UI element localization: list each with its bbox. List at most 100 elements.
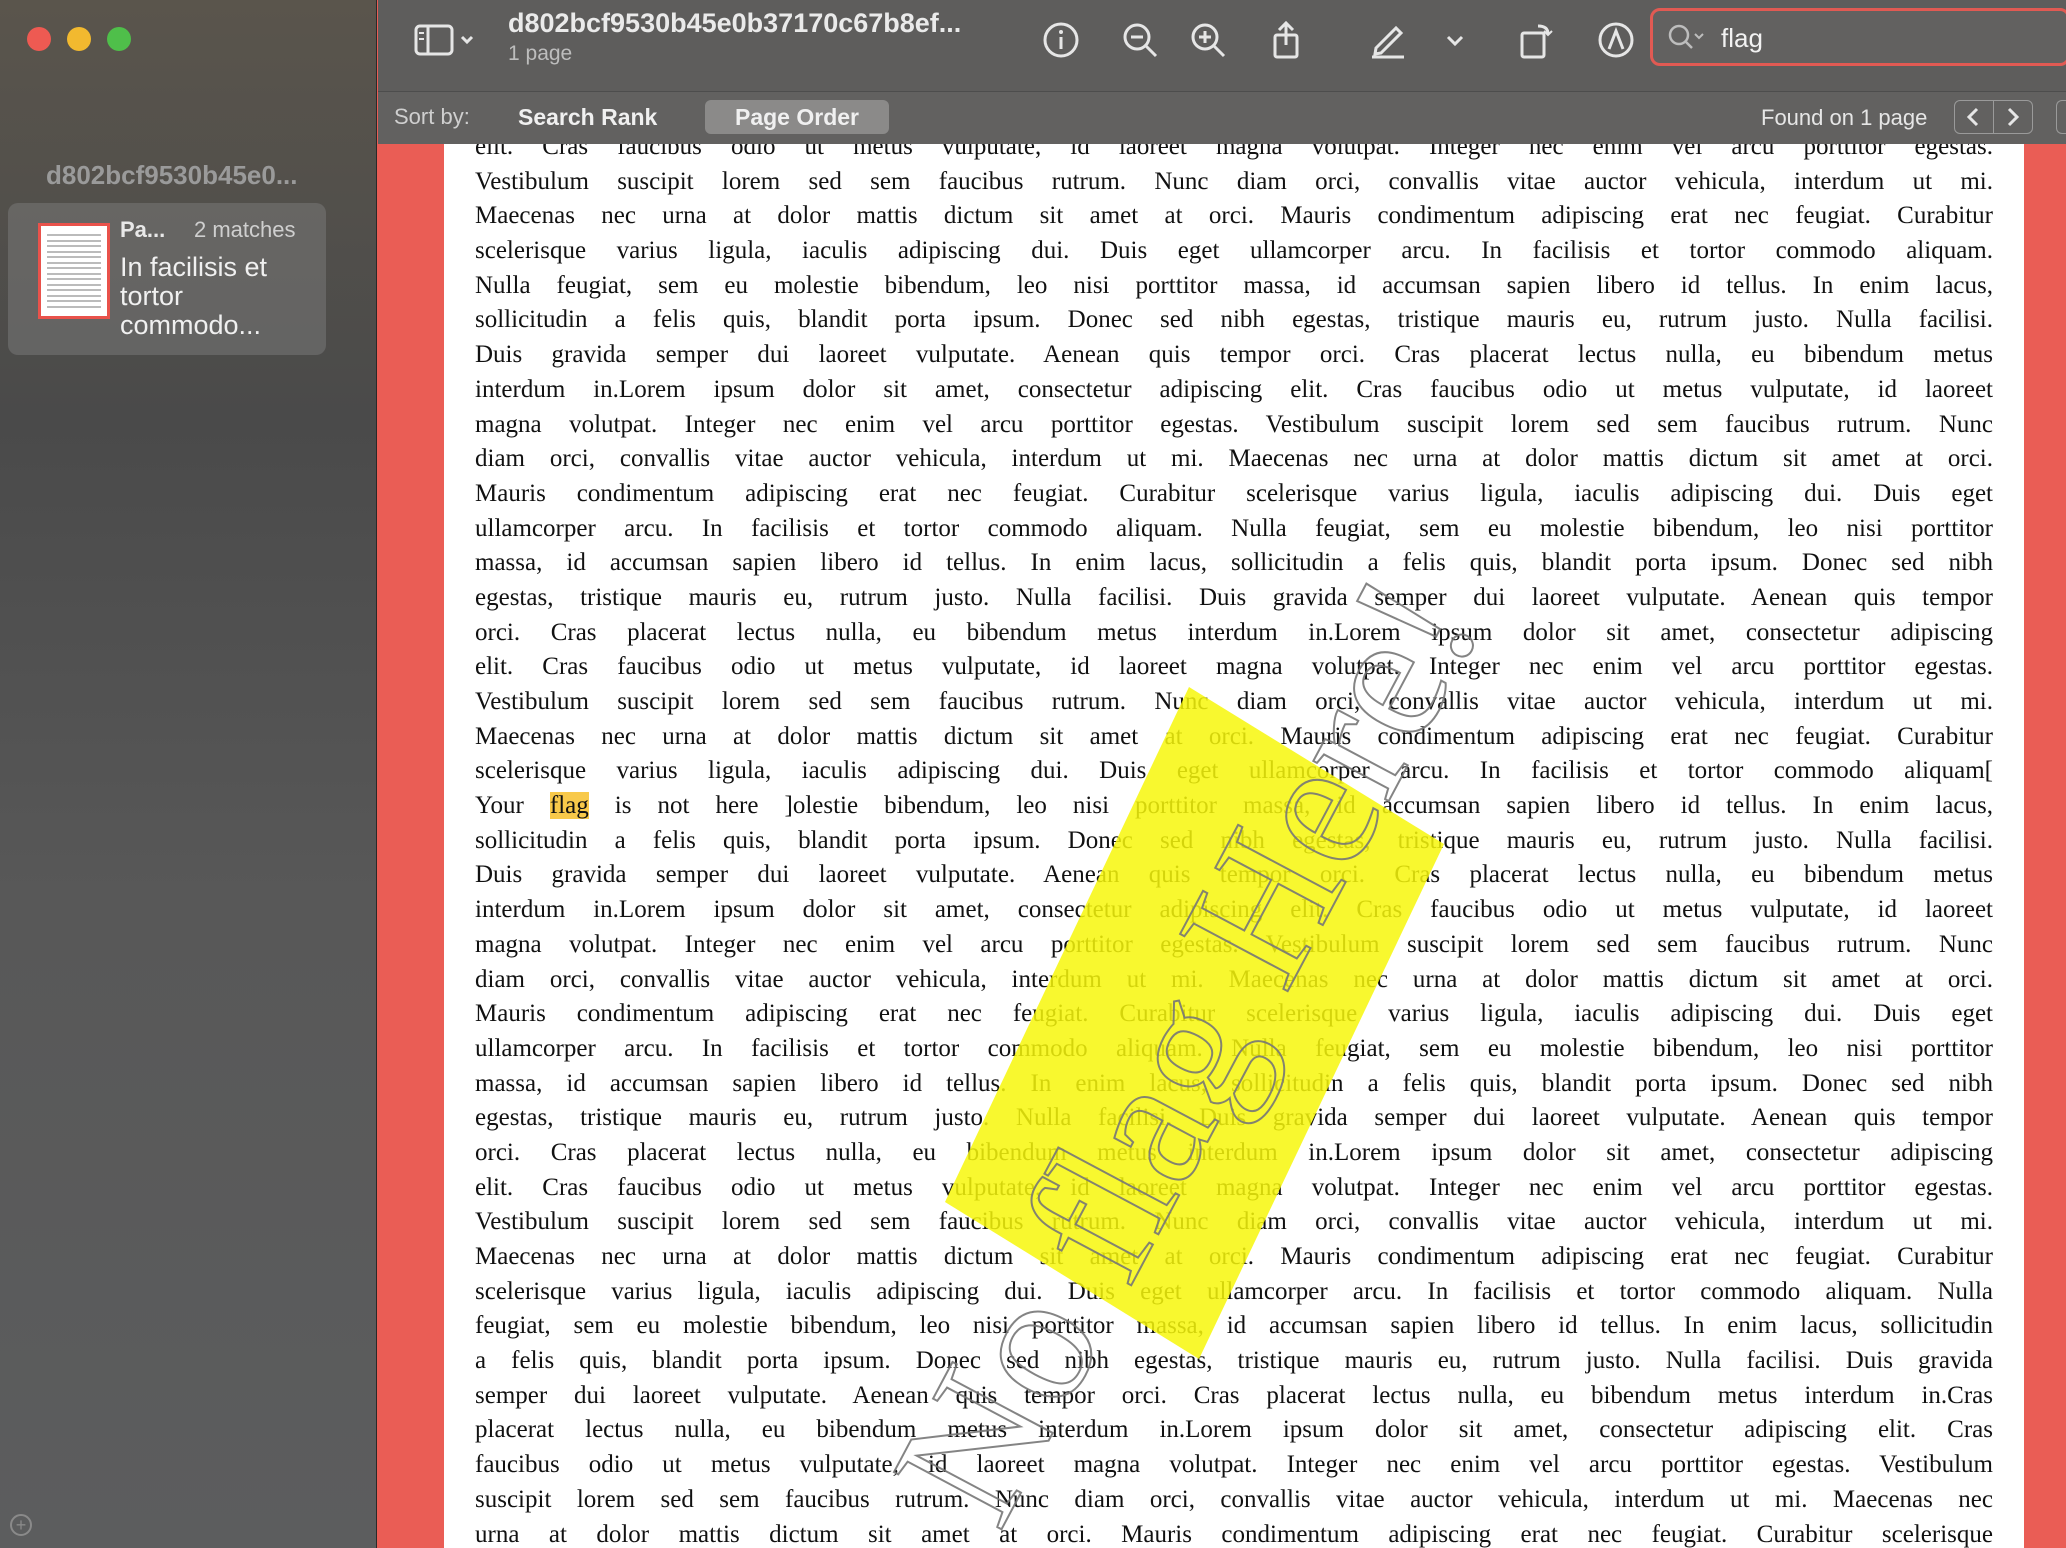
- document-line: interdum in.Lorem ipsum dolor sit amet, …: [475, 893, 1993, 928]
- document-text-run: semper dui laoreet vulputate. Aenean qui…: [475, 1381, 1993, 1409]
- result-snippet: In facilisis et tortor commodo...: [120, 252, 268, 340]
- document-text-run: interdum in.Lorem ipsum dolor sit amet, …: [475, 896, 1993, 924]
- previous-match-button[interactable]: [1954, 100, 1994, 134]
- rotate-icon[interactable]: [1516, 20, 1556, 60]
- thumbnail-line: [47, 300, 101, 302]
- document-line: placerat lectus nulla, eu bibendum metus…: [475, 1413, 1993, 1448]
- document-text-run: Duis gravida semper dui laoreet vulputat…: [475, 341, 1993, 369]
- document-text: elit. Cras faucibus odio ut metus vulput…: [475, 144, 1993, 1548]
- sort-search-rank-button[interactable]: Search Rank: [488, 100, 687, 134]
- document-text-run: magna volutpat. Integer nec enim vel arc…: [475, 410, 1993, 438]
- document-line: Vestibulum suscipit lorem sed sem faucib…: [475, 1205, 1993, 1240]
- document-line: sollicitudin a felis quis, blandit porta…: [475, 824, 1993, 859]
- document-text-run: scelerisque varius ligula, iaculis adipi…: [475, 1277, 1993, 1305]
- document-text-run: is not here ]olestie bibendum, leo nisi …: [588, 792, 1993, 820]
- thumbnail-line: [47, 239, 101, 242]
- document-line: elit. Cras faucibus odio ut metus vulput…: [475, 650, 1993, 685]
- thumbnail-line: [47, 261, 101, 264]
- zoom-in-icon[interactable]: [1188, 20, 1228, 60]
- document-text-run: ullamcorper arcu. In facilisis et tortor…: [475, 1034, 1993, 1062]
- share-icon[interactable]: [1266, 20, 1306, 60]
- thumbnail-line: [47, 272, 101, 275]
- document-text-run: sollicitudin a felis quis, blandit porta…: [475, 826, 1993, 854]
- add-icon[interactable]: +: [10, 1514, 32, 1536]
- found-status: Found on 1 page: [1761, 105, 1928, 130]
- document-text-run: faucibus odio ut metus vulputate, id lao…: [475, 1451, 1993, 1479]
- document-text-run: urna at dolor mattis dictum sit amet at …: [475, 1520, 1993, 1548]
- document-line: interdum in.Lorem ipsum dolor sit amet, …: [475, 373, 1993, 408]
- document-line: Maecenas nec urna at dolor mattis dictum…: [475, 1240, 1993, 1275]
- info-icon[interactable]: [1041, 20, 1081, 60]
- chevron-down-icon[interactable]: [1440, 20, 1470, 60]
- document-text-run: Maecenas nec urna at dolor mattis dictum…: [475, 202, 1993, 230]
- search-field[interactable]: [1650, 8, 2066, 66]
- document-text-run: Your: [475, 792, 550, 820]
- document-text-run: magna volutpat. Integer nec enim vel arc…: [475, 930, 1993, 958]
- document-line: suscipit lorem sed sem faucibus rutrum. …: [475, 1483, 1993, 1518]
- document-text-run: diam orci, convallis vitae auctor vehicu…: [475, 445, 1993, 473]
- document-line: scelerisque varius ligula, iaculis adipi…: [475, 234, 1993, 269]
- document-text-run: ullamcorper arcu. In facilisis et tortor…: [475, 514, 1993, 542]
- close-window-button[interactable]: [27, 27, 51, 51]
- document-line: Nulla feugiat, sem eu molestie bibendum,…: [475, 269, 1993, 304]
- document-line: Your flag is not here ]olestie bibendum,…: [475, 789, 1993, 824]
- document-text-run: feugiat, sem eu molestie bibendum, leo n…: [475, 1312, 1993, 1340]
- thumbnail-line: [47, 256, 101, 258]
- document-line: Maecenas nec urna at dolor mattis dictum…: [475, 199, 1993, 234]
- document-text-run: Nulla feugiat, sem eu molestie bibendum,…: [475, 271, 1993, 299]
- document-page-count: 1 page: [508, 42, 573, 65]
- document-text-run: sollicitudin a felis quis, blandit porta…: [475, 306, 1993, 334]
- sort-page-order-button[interactable]: Page Order: [705, 100, 889, 134]
- document-text-run: a felis quis, blandit porta ipsum. Donec…: [475, 1347, 1993, 1375]
- document-text-run: orci. Cras placerat lectus nulla, eu bib…: [475, 1138, 1993, 1166]
- document-line: Vestibulum suscipit lorem sed sem faucib…: [475, 165, 1993, 200]
- document-text-run: Vestibulum suscipit lorem sed sem faucib…: [475, 688, 1993, 715]
- document-line: a felis quis, blandit porta ipsum. Donec…: [475, 1344, 1993, 1379]
- document-line: magna volutpat. Integer nec enim vel arc…: [475, 928, 1993, 963]
- document-line: Duis gravida semper dui laoreet vulputat…: [475, 858, 1993, 893]
- document-line: Duis gravida semper dui laoreet vulputat…: [475, 338, 1993, 373]
- document-text-run: elit. Cras faucibus odio ut metus vulput…: [475, 1173, 1993, 1201]
- page-thumbnail[interactable]: [38, 223, 110, 319]
- document-text-run: orci. Cras placerat lectus nulla, eu bib…: [475, 618, 1993, 646]
- thumbnail-line: [47, 294, 101, 297]
- document-line: orci. Cras placerat lectus nulla, eu bib…: [475, 1136, 1993, 1171]
- thumbnail-line: [47, 267, 101, 269]
- document-line: egestas, tristique mauris eu, rutrum jus…: [475, 581, 1993, 616]
- result-match-count: 2 matches: [194, 217, 296, 242]
- document-line: magna volutpat. Integer nec enim vel arc…: [475, 408, 1993, 443]
- document-line: feugiat, sem eu molestie bibendum, leo n…: [475, 1309, 1993, 1344]
- next-match-button[interactable]: [1993, 100, 2033, 134]
- document-text-run: scelerisque varius ligula, iaculis adipi…: [475, 237, 1993, 265]
- document-text-run: Mauris condimentum adipiscing erat nec f…: [475, 1000, 1993, 1028]
- toolbar: d802bcf9530b45e0b37170c67b8ef... 1 page: [378, 0, 2066, 92]
- thumbnail-line: [47, 250, 101, 253]
- minimize-window-button[interactable]: [67, 27, 91, 51]
- annotate-icon[interactable]: [1596, 20, 1636, 60]
- zoom-window-button[interactable]: [107, 27, 131, 51]
- sort-label: Sort by:: [394, 104, 470, 129]
- thumbnail-line: [47, 283, 101, 286]
- document-text-run: Vestibulum suscipit lorem sed sem faucib…: [475, 1208, 1993, 1236]
- document-line: egestas, tristique mauris eu, rutrum jus…: [475, 1101, 1993, 1136]
- thumbnail-line: [47, 234, 101, 236]
- document-page: elit. Cras faucibus odio ut metus vulput…: [444, 144, 2024, 1548]
- document-line: scelerisque varius ligula, iaculis adipi…: [475, 754, 1993, 789]
- result-page-label: Pa...: [120, 217, 166, 242]
- document-line: Maecenas nec urna at dolor mattis dictum…: [475, 720, 1993, 755]
- document-line: diam orci, convallis vitae auctor vehicu…: [475, 963, 1993, 998]
- document-text-run: Vestibulum suscipit lorem sed sem faucib…: [475, 167, 1993, 195]
- document-line: Mauris condimentum adipiscing erat nec f…: [475, 997, 1993, 1032]
- search-result-item[interactable]: Pa... 2 matches In facilisis et tortor c…: [8, 203, 326, 355]
- search-input[interactable]: [1719, 21, 2023, 55]
- done-button[interactable]: [2056, 100, 2066, 134]
- document-text-run: Maecenas nec urna at dolor mattis dictum…: [475, 722, 1993, 750]
- thumbnail-line: [47, 289, 101, 291]
- zoom-out-icon[interactable]: [1120, 20, 1160, 60]
- document-text-run: Mauris condimentum adipiscing erat nec f…: [475, 479, 1993, 507]
- thumbnail-line: [47, 245, 101, 247]
- markup-pen-icon[interactable]: [1368, 20, 1408, 60]
- sidebar-toggle-icon[interactable]: [414, 20, 478, 60]
- document-line: Vestibulum suscipit lorem sed sem faucib…: [475, 685, 1993, 720]
- document-text-run: egestas, tristique mauris eu, rutrum jus…: [475, 583, 1993, 611]
